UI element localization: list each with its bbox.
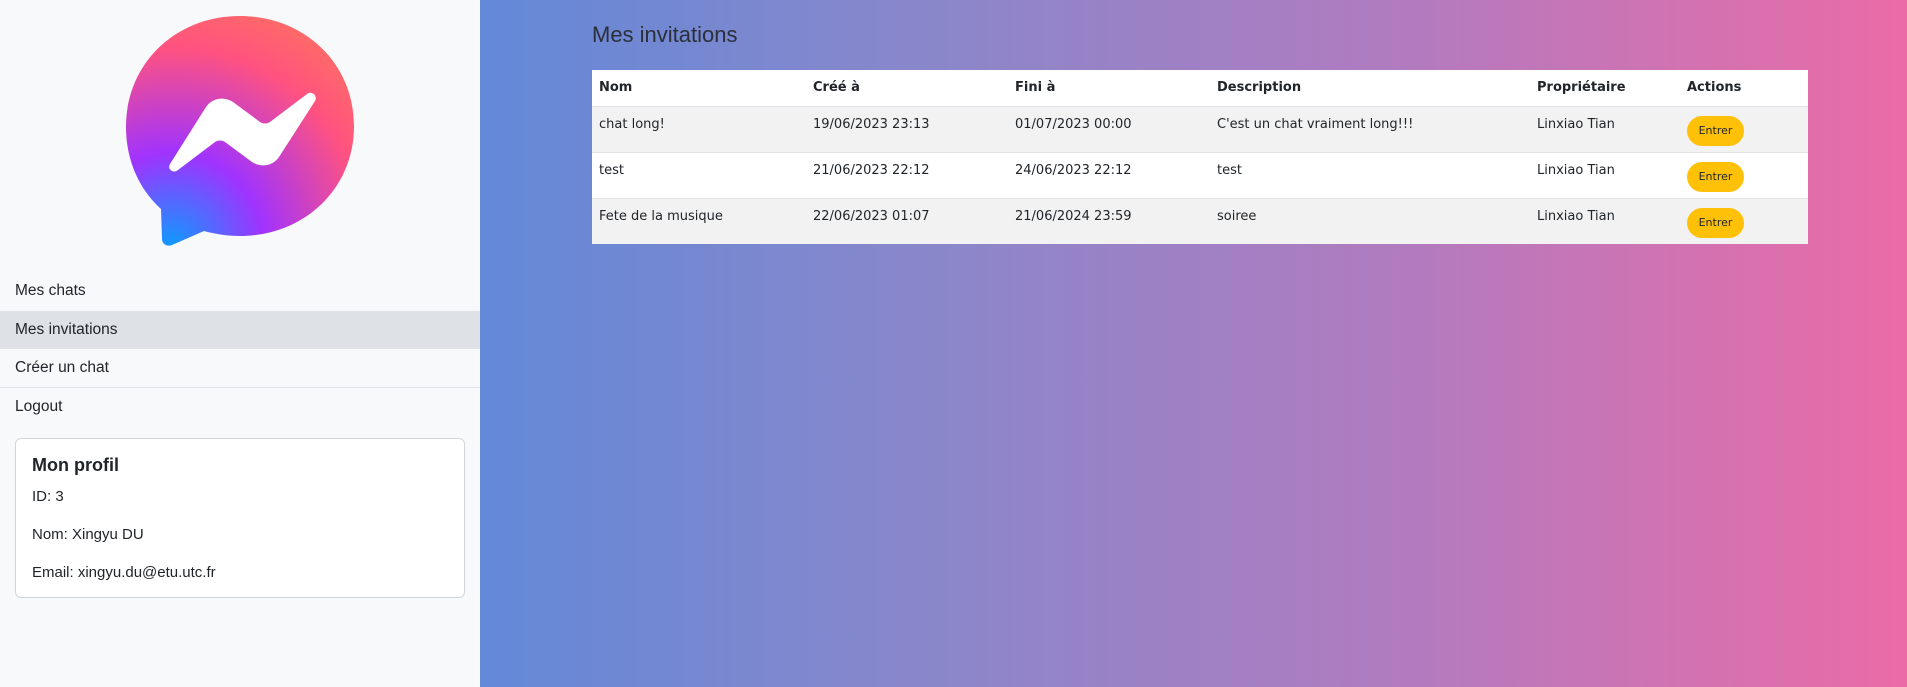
cell-cree: 19/06/2023 23:13 xyxy=(806,106,1008,153)
table-row: test 21/06/2023 22:12 24/06/2023 22:12 t… xyxy=(592,152,1808,199)
cell-fini: 21/06/2024 23:59 xyxy=(1008,198,1210,244)
header-description: Description xyxy=(1210,70,1530,107)
cell-actions: Entrer xyxy=(1680,198,1808,244)
cell-description: C'est un chat vraiment long!!! xyxy=(1210,106,1530,153)
cell-cree: 22/06/2023 01:07 xyxy=(806,198,1008,244)
cell-nom: Fete de la musique xyxy=(592,198,806,244)
header-proprietaire: Propriétaire xyxy=(1530,70,1680,107)
profile-title: Mon profil xyxy=(32,455,119,475)
profile-name: Nom: Xingyu DU xyxy=(32,526,144,543)
header-fini: Fini à xyxy=(1008,70,1210,107)
enter-button[interactable]: Entrer xyxy=(1687,115,1744,146)
cell-proprietaire: Linxiao Tian xyxy=(1530,152,1680,199)
sidebar: Mes chats Mes invitations Créer un chat … xyxy=(0,0,480,687)
page-title: Mes invitations xyxy=(592,22,738,47)
header-cree: Créé à xyxy=(806,70,1008,107)
cell-fini: 01/07/2023 00:00 xyxy=(1008,106,1210,153)
table-header-row: Nom Créé à Fini à Description Propriétai… xyxy=(592,70,1808,107)
sidebar-nav: Mes chats Mes invitations Créer un chat … xyxy=(0,272,480,426)
header-actions: Actions xyxy=(1680,70,1808,107)
cell-actions: Entrer xyxy=(1680,152,1808,199)
nav-item-creer-chat[interactable]: Créer un chat xyxy=(0,349,480,388)
cell-nom: test xyxy=(592,152,806,199)
app-root: Mes chats Mes invitations Créer un chat … xyxy=(0,0,1907,687)
cell-nom: chat long! xyxy=(592,106,806,153)
nav-item-mes-chats[interactable]: Mes chats xyxy=(0,272,480,311)
main-content: Mes invitations Nom Créé à Fini à Descri… xyxy=(480,0,1907,687)
invitations-table: Nom Créé à Fini à Description Propriétai… xyxy=(592,70,1808,244)
table-row: chat long! 19/06/2023 23:13 01/07/2023 0… xyxy=(592,106,1808,153)
cell-cree: 21/06/2023 22:12 xyxy=(806,152,1008,199)
cell-proprietaire: Linxiao Tian xyxy=(1530,106,1680,153)
enter-button[interactable]: Entrer xyxy=(1687,161,1744,192)
header-nom: Nom xyxy=(592,70,806,107)
table-row: Fete de la musique 22/06/2023 01:07 21/0… xyxy=(592,198,1808,244)
cell-fini: 24/06/2023 22:12 xyxy=(1008,152,1210,199)
enter-button[interactable]: Entrer xyxy=(1687,207,1744,238)
nav-item-mes-invitations[interactable]: Mes invitations xyxy=(0,310,480,349)
cell-actions: Entrer xyxy=(1680,106,1808,153)
profile-card: Mon profil ID: 3 Nom: Xingyu DU Email: x… xyxy=(15,438,465,598)
profile-id: ID: 3 xyxy=(32,488,64,505)
profile-email: Email: xingyu.du@etu.utc.fr xyxy=(32,564,216,581)
logo-container xyxy=(0,0,480,272)
cell-proprietaire: Linxiao Tian xyxy=(1530,198,1680,244)
cell-description: test xyxy=(1210,152,1530,199)
nav-item-logout[interactable]: Logout xyxy=(0,388,480,427)
cell-description: soiree xyxy=(1210,198,1530,244)
messenger-logo-icon xyxy=(126,16,354,246)
invitations-table-container: Nom Créé à Fini à Description Propriétai… xyxy=(592,70,1808,244)
